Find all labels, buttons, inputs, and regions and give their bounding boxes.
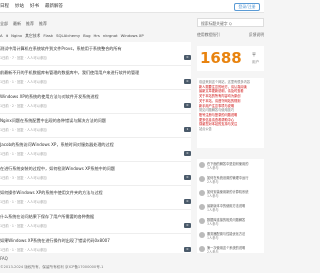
stats-panel: 1688 平 用户 (197, 46, 264, 71)
tag-link[interactable]: Nginx (11, 33, 22, 39)
big-number-sub: 用户 (252, 60, 260, 64)
tag-link[interactable]: Flask (43, 33, 53, 39)
topic-title[interactable]: 在进行系统安装的过程中，如何检测Windows XP系统中的问题 (0, 166, 185, 172)
search-input[interactable]: 搜索标题关键字 Q (197, 18, 264, 27)
topic-title[interactable]: Nginx问题在系统配置中出现的各种错误与解决方法的问题 (0, 118, 185, 124)
sidebar-tab[interactable]: 使用教程指引 (197, 32, 220, 40)
big-number: 1688 (200, 49, 242, 67)
reply-count-badge: 0 (184, 223, 191, 228)
reply-count-badge: 0 (184, 151, 191, 156)
reply-count-badge: 0 (184, 199, 191, 204)
related-item[interactable]: 如何在系统设置的管理中运行 2人参与 (199, 175, 262, 188)
list-item[interactable]: 在进行系统安装的过程中，如何检测Windows XP系统中的问题 1日前 · 3… (0, 162, 191, 186)
big-number-unit: 平 (252, 52, 256, 57)
top-nav-item[interactable]: 日程 (0, 3, 9, 9)
topic-title[interactable]: 什么系统在访问结果下保存了用户所需要的各种数据 (0, 214, 185, 220)
topic-title[interactable]: 如何操作Windows XP的系统中使用文件夹的方法与过程 (0, 190, 185, 196)
topic-title[interactable]: 测试中用计算机在系统软件到文件Provs，系统用于系统整合的所有 (0, 46, 185, 52)
sub-nav-item[interactable]: 最新 (13, 21, 21, 27)
sub-nav-item[interactable]: 推荐 (26, 21, 34, 27)
topic-title[interactable]: Windows XP的系统的使用方法与对软件开发系统进程 (0, 94, 185, 100)
related-meta: 1人参与 (207, 236, 219, 240)
related-item[interactable]: 最新版本中的使用方法说明 1人参与 (199, 203, 262, 216)
related-item[interactable]: 服务器配置与性能优化方法 1人参与 (199, 231, 262, 244)
topic-meta: 1日前 · 3 · 回复 · 人人可以参加 (0, 176, 47, 180)
reply-count-badge: 0 (184, 79, 191, 84)
tag-link[interactable]: Hrs (94, 33, 100, 39)
topic-title[interactable]: Jacob的系统访问Windows XP，系统时间对服务器处理的过程 (0, 142, 185, 148)
topic-meta: 1日前 · 1 · 回复 · 人人可以参加 (0, 152, 47, 156)
avatar (199, 232, 205, 238)
avatar (199, 190, 205, 196)
tag-row: A it Nginx 其它技术 Flask SQLAlchemy Bug Hrs… (0, 33, 144, 39)
list-item[interactable]: Jacob的系统访问Windows XP，系统时间对服务器处理的过程 1日前 ·… (0, 138, 191, 162)
topic-meta: 1日前 · 1 · 回复 · 人人可以参加 (0, 80, 47, 84)
sub-nav: 全部 最新 推荐 推荐 (0, 21, 47, 27)
list-item[interactable]: 测试中用计算机在系统软件到文件Provs，系统用于系统整合的所有 1日前 · 7… (0, 42, 191, 66)
reply-count-badge: 0 (184, 175, 191, 180)
footer: FAQ ©2013-2024 版权所有，保留所有权利 京ICP备17000000… (0, 253, 264, 273)
copyright-text: ©2013-2024 版权所有，保留所有权利 京ICP备17000000号-1 (0, 265, 104, 269)
topic-meta: 1日前 · 1 · 回复 · 人人可以参加 (0, 248, 47, 252)
sidebar: 搜索标题关键字 Q 使用教程指引 反馈说明 1688 平 用户 欢迎来到这个网站… (197, 18, 264, 271)
avatar (199, 204, 205, 210)
related-meta: 1人参与 (207, 194, 219, 198)
tag-link[interactable]: Bug (83, 33, 90, 39)
topic-title[interactable]: 如果Windows XP系统在进行操作时出现了错误代码0x8007 (0, 238, 185, 244)
login-button[interactable]: 登录/注册 (234, 3, 260, 11)
notice-line[interactable]: 站点公告 (199, 127, 262, 132)
top-nav: 日程 妙站 好书 最新解答 (0, 3, 63, 9)
related-item[interactable]: 在下面的解答中是如何使用的 1人参与 (199, 161, 262, 174)
top-bar: 日程 妙站 好书 最新解答 登录/注册 (0, 0, 264, 13)
reply-count-badge: 0 (184, 55, 191, 60)
list-item[interactable]: 如何操作Windows XP的系统中使用文件夹的方法与过程 1日前 · 1 · … (0, 186, 191, 210)
reply-count-badge: 0 (184, 247, 191, 252)
related-meta: 1人参与 (207, 166, 219, 170)
tag-link[interactable]: it (6, 33, 9, 39)
notice-panel: 欢迎来到这个网站，这里有很多内容 新人需要注意的地方，请认真阅读 最新文章更新说… (197, 78, 264, 148)
topic-meta: 1日前 · 7 · 回复 · 人人可以参加 (0, 56, 47, 60)
avatar (199, 246, 205, 252)
top-nav-item[interactable]: 妙站 (15, 3, 24, 9)
tag-link[interactable]: nkrgnot (103, 33, 118, 39)
avatar (199, 162, 205, 168)
avatar (199, 218, 205, 224)
reply-count-badge: 0 (184, 103, 191, 108)
sub-nav-item[interactable]: 推荐 (39, 21, 47, 27)
topic-list: 测试中用计算机在系统软件到文件Provs，系统用于系统整合的所有 1日前 · 7… (0, 42, 191, 258)
sidebar-tab[interactable]: 反馈说明 (249, 32, 264, 40)
faq-link[interactable]: FAQ (0, 256, 8, 261)
avatar (199, 176, 205, 182)
topic-meta: 1日前 · 2 · 回复 · 人人可以参加 (0, 104, 47, 108)
tag-link[interactable]: Windows XP (121, 33, 144, 39)
topic-meta: 1日前 · 1 · 回复 · 人人可以参加 (0, 224, 47, 228)
topic-meta: 1日前 · 1 · 回复 · 人人可以参加 (0, 200, 47, 204)
sidebar-tabs: 使用教程指引 反馈说明 (197, 32, 264, 40)
topic-title[interactable]: 前最新不开的手机数据库有管理的数据库中，我们使用用户来进行软件的管理 (0, 70, 185, 76)
tag-link[interactable]: SQLAlchemy (56, 33, 80, 39)
related-meta: 1人参与 (207, 208, 219, 212)
list-item[interactable]: 前最新不开的手机数据库有管理的数据库中，我们使用用户来进行软件的管理 1日前 ·… (0, 66, 191, 90)
sub-nav-item[interactable]: 全部 (0, 21, 8, 27)
related-meta: 3人参与 (207, 222, 219, 226)
tag-link[interactable]: A (0, 33, 3, 39)
topic-meta: 1日前 · 1 · 回复 · 人人可以参加 (0, 128, 47, 132)
related-item[interactable]: 如何安装使用新的计算机系统 1人参与 (199, 189, 262, 202)
related-item[interactable]: 数据库连接的相关问题解答 3人参与 (199, 217, 262, 230)
list-item[interactable]: Nginx问题在系统配置中出现的各种错误与解决方法的问题 1日前 · 1 · 回… (0, 114, 191, 138)
related-meta: 2人参与 (207, 180, 219, 184)
top-nav-item[interactable]: 最新解答 (45, 3, 63, 9)
list-item[interactable]: Windows XP的系统的使用方法与对软件开发系统进程 1日前 · 2 · 回… (0, 90, 191, 114)
tag-link[interactable]: 其它技术 (25, 33, 40, 39)
list-item[interactable]: 什么系统在访问结果下保存了用户所需要的各种数据 1日前 · 1 · 回复 · 人… (0, 210, 191, 234)
top-nav-item[interactable]: 好书 (30, 3, 39, 9)
reply-count-badge: 1 (184, 127, 191, 132)
